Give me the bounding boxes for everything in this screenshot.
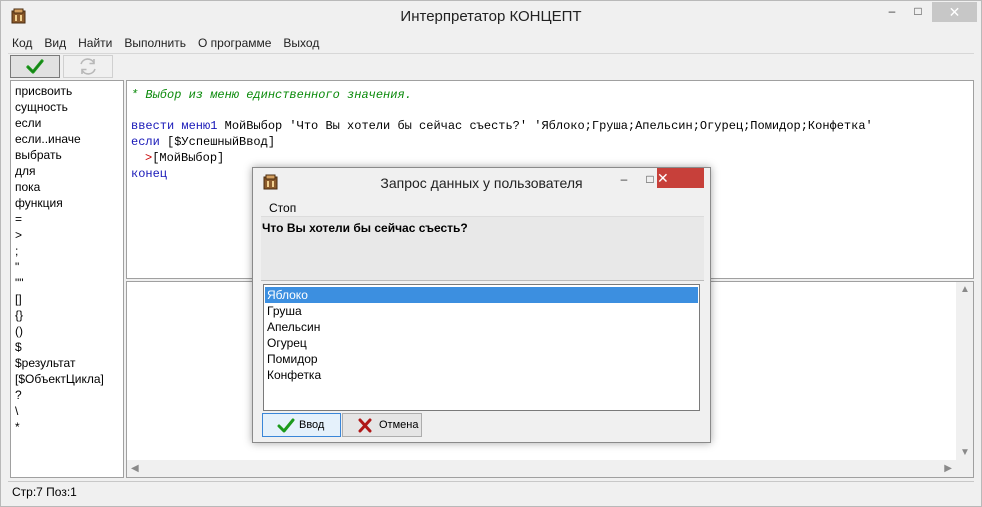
keyword-item[interactable]: если (15, 115, 123, 131)
keyword-item[interactable]: выбрать (15, 147, 123, 163)
dialog-close-button[interactable]: ✕ (657, 168, 704, 188)
dialog-question-area: Что Вы хотели бы сейчас съесть? (261, 217, 704, 281)
maximize-button[interactable]: □ (905, 4, 931, 26)
keyword-item[interactable]: " (15, 259, 123, 275)
menu-item-exit[interactable]: Выход (277, 33, 325, 50)
code-text: [МойВыбор] (152, 151, 225, 165)
code-line-end: конец (131, 167, 168, 181)
option-item[interactable]: Огурец (265, 335, 698, 351)
option-item[interactable]: Конфетка (265, 367, 698, 383)
scroll-right-icon[interactable]: ▶ (944, 463, 952, 474)
menu-bar: Код Вид Найти Выполнить О программе Выход (6, 33, 325, 53)
option-item[interactable]: Апельсин (265, 319, 698, 335)
menu-item-find[interactable]: Найти (72, 33, 118, 50)
code-text: [$УспешныйВвод] (159, 135, 276, 149)
title-bar: Интерпретатор КОНЦЕПТ ‒ □ ✕ (1, 1, 981, 32)
run-button[interactable] (10, 55, 60, 78)
vertical-scrollbar[interactable]: ▲ ▼ (956, 282, 973, 460)
option-item[interactable]: Помидор (265, 351, 698, 367)
dialog-menu-bar: Стоп (261, 199, 704, 217)
options-list[interactable]: Яблоко Груша Апельсин Огурец Помидор Конфетка (263, 284, 700, 411)
cancel-button-label: Отмена (379, 419, 419, 431)
dialog-title-bar: Запрос данных у пользователя ‒ □ ✕ (253, 168, 710, 198)
menu-item-view[interactable]: Вид (38, 33, 72, 50)
scroll-left-icon[interactable]: ◀ (131, 463, 139, 474)
code-line-if: если [$УспешныйВвод] (131, 134, 275, 150)
close-icon: ✕ (657, 170, 669, 186)
keyword-item[interactable]: функция (15, 195, 123, 211)
dialog-minimize-button[interactable]: ‒ (611, 172, 637, 186)
minimize-button[interactable]: ‒ (879, 4, 905, 26)
dialog-question: Что Вы хотели бы сейчас съесть? (262, 221, 468, 235)
keyword-item[interactable]: \ (15, 403, 123, 419)
close-button[interactable]: ✕ (932, 2, 977, 22)
keyword-item[interactable]: () (15, 323, 123, 339)
status-bar: Стр:7 Поз:1 (8, 481, 974, 502)
keyword-item[interactable]: "" (15, 275, 123, 291)
cursor-position: Стр:7 Поз:1 (12, 485, 77, 499)
scroll-up-icon[interactable]: ▲ (960, 284, 970, 295)
close-icon: ✕ (948, 4, 961, 20)
keyword-item[interactable]: сущность (15, 99, 123, 115)
input-dialog: Запрос данных у пользователя ‒ □ ✕ Стоп … (252, 167, 711, 443)
ok-button[interactable]: Ввод (262, 413, 341, 437)
keyword-item[interactable]: ; (15, 243, 123, 259)
code-line-output: >[МойВыбор] (145, 150, 224, 166)
toolbar (8, 53, 974, 78)
cancel-button[interactable]: Отмена (342, 413, 422, 437)
keyword-item[interactable]: если..иначе (15, 131, 123, 147)
ok-button-label: Ввод (299, 419, 325, 431)
keyword-item[interactable]: * (15, 419, 123, 435)
code-line-input-menu: ввести меню1 МойВыбор 'Что Вы хотели бы … (131, 118, 873, 134)
code-keyword: если (131, 135, 160, 149)
keyword-item[interactable]: для (15, 163, 123, 179)
menu-item-about[interactable]: О программе (192, 33, 277, 50)
code-keyword: ввести меню (131, 119, 211, 133)
code-comment-line: * Выбор из меню единственного значения. (131, 88, 412, 102)
checkmark-icon (26, 59, 44, 74)
keyword-item[interactable]: $ (15, 339, 123, 355)
code-text: МойВыбор 'Что Вы хотели бы сейчас съесть… (217, 119, 873, 133)
scroll-down-icon[interactable]: ▼ (960, 447, 970, 458)
horizontal-scrollbar[interactable]: ◀ ▶ (127, 460, 973, 477)
menu-item-run[interactable]: Выполнить (118, 33, 192, 50)
dialog-menu-stop[interactable]: Стоп (269, 201, 296, 215)
keyword-panel: присвоить сущность если если..иначе выбрать д… (10, 80, 124, 478)
keyword-list: присвоить сущность если если..иначе выбрать д… (11, 81, 123, 435)
keyword-item[interactable]: {} (15, 307, 123, 323)
keyword-item[interactable]: [$ОбъектЦикла] (15, 371, 123, 387)
menu-item-code[interactable]: Код (6, 33, 38, 50)
keyword-item[interactable]: = (15, 211, 123, 227)
checkmark-icon (277, 418, 295, 433)
keyword-item[interactable]: ? (15, 387, 123, 403)
keyword-item[interactable]: > (15, 227, 123, 243)
refresh-icon (80, 58, 96, 75)
option-item[interactable]: Яблоко (265, 287, 698, 303)
keyword-item[interactable]: $результат (15, 355, 123, 371)
keyword-item[interactable]: [] (15, 291, 123, 307)
window-title: Интерпретатор КОНЦЕПТ (400, 8, 582, 25)
cross-icon (358, 418, 372, 433)
keyword-item[interactable]: присвоить (15, 83, 123, 99)
option-item[interactable]: Груша (265, 303, 698, 319)
reload-button[interactable] (63, 55, 113, 78)
keyword-item[interactable]: пока (15, 179, 123, 195)
